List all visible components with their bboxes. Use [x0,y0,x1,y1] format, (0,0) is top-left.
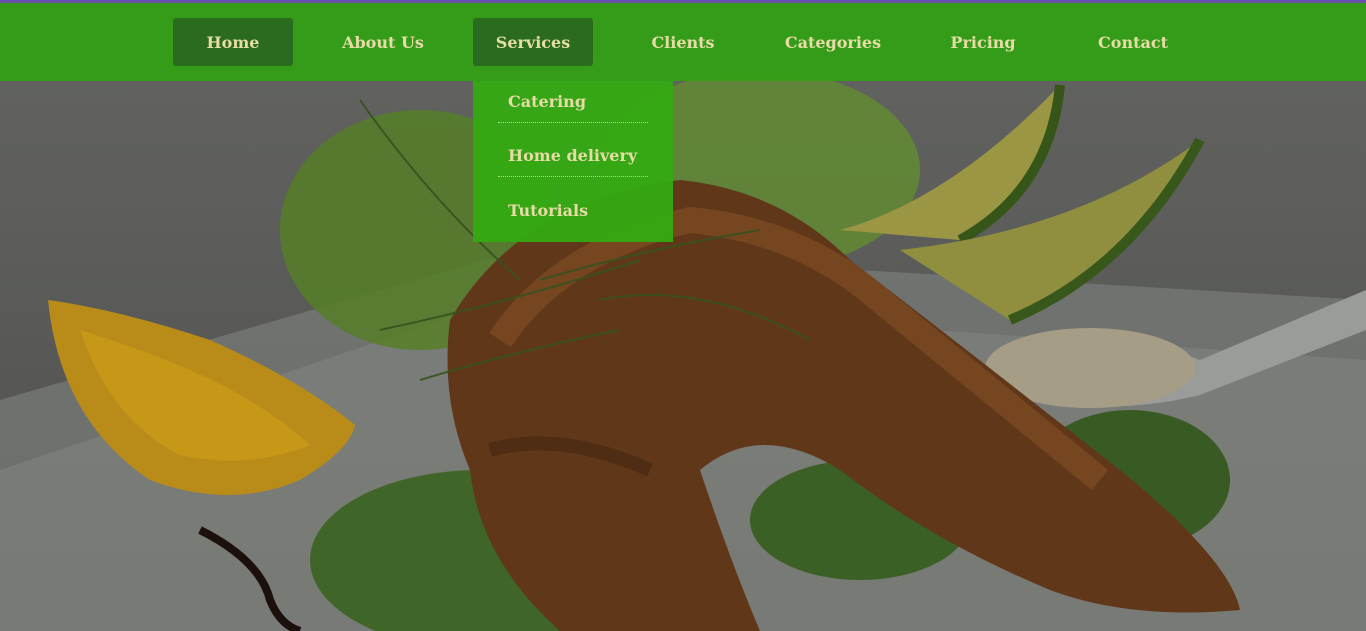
hero-background-image [0,0,1366,631]
nav-contact[interactable]: Contact [1073,18,1193,66]
nav-home[interactable]: Home [173,18,293,66]
dropdown-item-tutorials[interactable]: Tutorials [498,189,648,231]
dropdown-item-home-delivery[interactable]: Home delivery [498,135,648,177]
nav-services[interactable]: Services [473,18,593,66]
dropdown-item-catering[interactable]: Catering [498,81,648,123]
nav-categories[interactable]: Categories [773,18,893,66]
nav-clients[interactable]: Clients [623,18,743,66]
nav-about-us[interactable]: About Us [323,18,443,66]
main-navigation: Home About Us Services Clients Categorie… [0,3,1366,81]
services-dropdown-menu: Catering Home delivery Tutorials [473,81,673,242]
food-plate-illustration [0,0,1366,631]
nav-pricing[interactable]: Pricing [923,18,1043,66]
